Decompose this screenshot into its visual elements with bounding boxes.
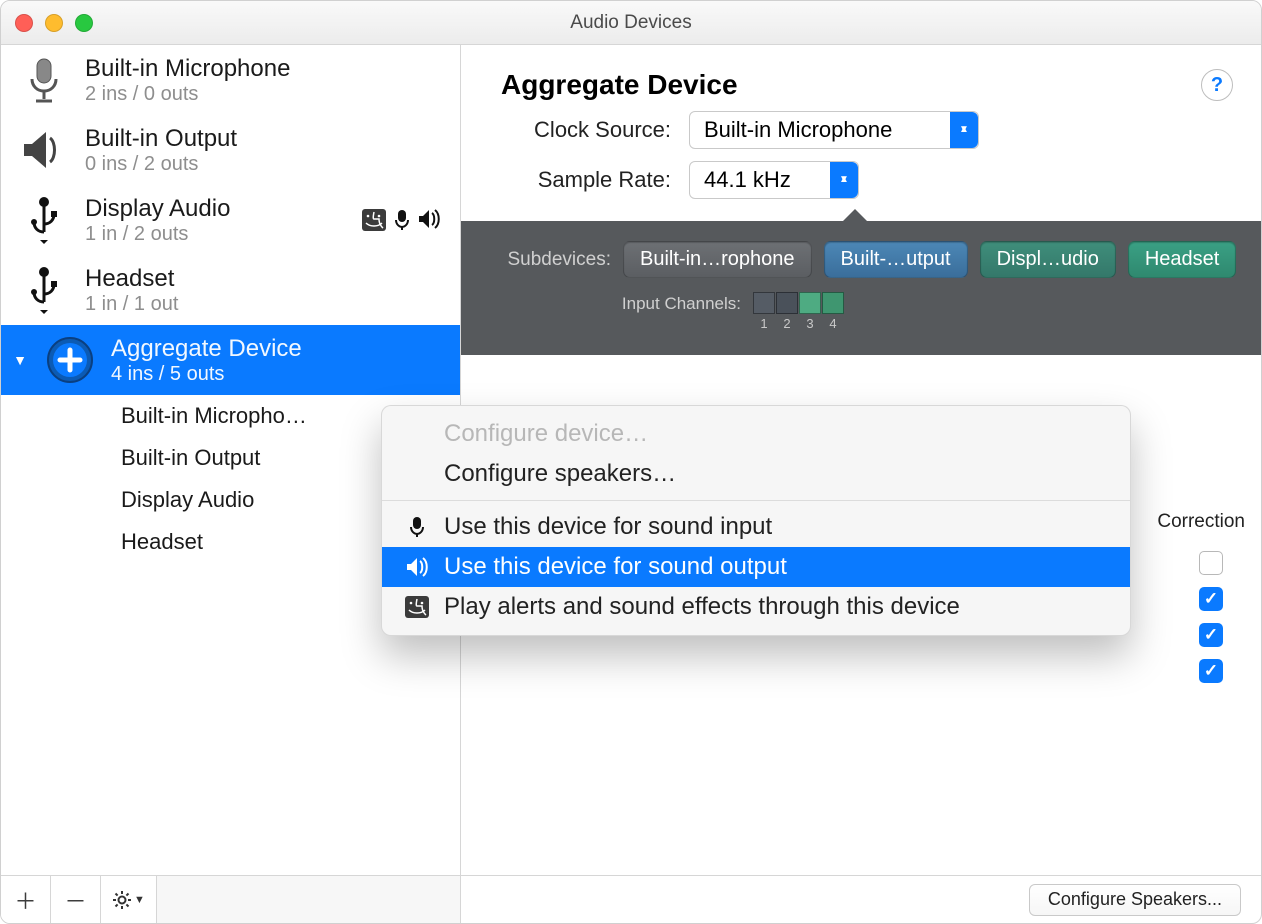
sidebar-footer: ＋ － ▼ <box>1 875 461 923</box>
mic-icon <box>394 209 410 231</box>
sidebar-item-display-audio[interactable]: Display Audio 1 in / 2 outs <box>1 185 460 255</box>
detail-footer: Configure Speakers... <box>461 875 1261 923</box>
device-io: 2 ins / 0 outs <box>85 83 450 106</box>
drift-correction-column <box>1199 551 1223 683</box>
drift-checkbox[interactable] <box>1199 551 1223 575</box>
device-name: Built-in Microphone <box>85 55 450 83</box>
chevron-updown-icon: ▲▼ <box>830 162 858 198</box>
close-icon[interactable] <box>15 14 33 32</box>
gear-icon <box>112 890 132 910</box>
minimize-icon[interactable] <box>45 14 63 32</box>
remove-device-button[interactable]: － <box>51 876 101 923</box>
finder-icon <box>362 209 386 231</box>
menu-item-configure-speakers[interactable]: Configure speakers… <box>382 454 1130 494</box>
drift-checkbox[interactable] <box>1199 587 1223 611</box>
help-button[interactable]: ? <box>1201 69 1233 101</box>
subdevices-label: Subdevices: <box>481 249 611 271</box>
device-default-badges <box>362 209 450 231</box>
clock-source-popup[interactable]: Built-in Microphone ▲▼ <box>689 111 979 149</box>
device-io: 1 in / 1 out <box>85 293 450 316</box>
subdevice-pill[interactable]: Displ…udio <box>980 241 1116 278</box>
sidebar-item-aggregate[interactable]: ▼ Aggregate Device 4 ins / 5 outs <box>1 325 460 395</box>
device-context-menu: Configure device… Configure speakers… Us… <box>381 405 1131 636</box>
speaker-icon <box>418 209 440 231</box>
sample-rate-label: Sample Rate: <box>501 167 671 193</box>
audio-midi-window: Audio Devices Built-in Microphone 2 ins … <box>0 0 1262 924</box>
drift-correction-header: Correction <box>1157 511 1245 533</box>
finder-icon <box>404 596 430 618</box>
menu-item-play-alerts[interactable]: Play alerts and sound effects through th… <box>382 587 1130 627</box>
device-name: Display Audio <box>85 195 348 223</box>
microphone-icon <box>17 53 71 107</box>
device-io: 0 ins / 2 outs <box>85 153 450 176</box>
chevron-down-icon: ▼ <box>134 894 145 906</box>
detail-title: Aggregate Device <box>501 69 738 101</box>
device-name: Headset <box>85 265 450 293</box>
input-channels-label: Input Channels: <box>481 292 741 314</box>
device-name: Built-in Output <box>85 125 450 153</box>
menu-separator <box>382 500 1130 501</box>
subdevices-panel: Subdevices: Built-in…rophone Built-…utpu… <box>461 221 1261 355</box>
mic-icon <box>404 516 430 538</box>
chevron-updown-icon: ▲▼ <box>950 112 978 148</box>
device-io: 1 in / 2 outs <box>85 223 348 246</box>
window-title: Audio Devices <box>1 12 1261 34</box>
subdevice-pill[interactable]: Built-…utput <box>824 241 968 278</box>
subdevice-pill[interactable]: Built-in…rophone <box>623 241 812 278</box>
actions-menu-button[interactable]: ▼ <box>101 876 157 923</box>
drift-checkbox[interactable] <box>1199 659 1223 683</box>
speaker-icon <box>17 123 71 177</box>
drift-checkbox[interactable] <box>1199 623 1223 647</box>
sample-rate-popup[interactable]: 44.1 kHz ▲▼ <box>689 161 859 199</box>
usb-icon <box>17 263 71 317</box>
menu-item-configure-device: Configure device… <box>382 414 1130 454</box>
configure-speakers-button[interactable]: Configure Speakers... <box>1029 884 1241 916</box>
channel-numbers: 1 2 3 4 <box>753 314 844 331</box>
sample-rate-value: 44.1 kHz <box>690 167 805 193</box>
clock-source-value: Built-in Microphone <box>690 117 906 143</box>
plus-icon <box>43 333 97 387</box>
sidebar-item-builtin-output[interactable]: Built-in Output 0 ins / 2 outs <box>1 115 460 185</box>
sidebar-item-builtin-mic[interactable]: Built-in Microphone 2 ins / 0 outs <box>1 45 460 115</box>
menu-item-use-input[interactable]: Use this device for sound input <box>382 507 1130 547</box>
subdevice-pill[interactable]: Headset <box>1128 241 1237 278</box>
speaker-icon <box>404 557 430 577</box>
device-io: 4 ins / 5 outs <box>111 363 450 386</box>
window-controls <box>15 14 93 32</box>
sidebar-item-headset[interactable]: Headset 1 in / 1 out <box>1 255 460 325</box>
usb-icon <box>17 193 71 247</box>
add-device-button[interactable]: ＋ <box>1 876 51 923</box>
input-channel-blocks <box>753 292 844 314</box>
disclosure-triangle-icon[interactable]: ▼ <box>11 352 29 368</box>
titlebar: Audio Devices <box>1 1 1261 45</box>
clock-source-label: Clock Source: <box>501 117 671 143</box>
device-name: Aggregate Device <box>111 335 450 363</box>
menu-item-use-output[interactable]: Use this device for sound output <box>382 547 1130 587</box>
zoom-icon[interactable] <box>75 14 93 32</box>
